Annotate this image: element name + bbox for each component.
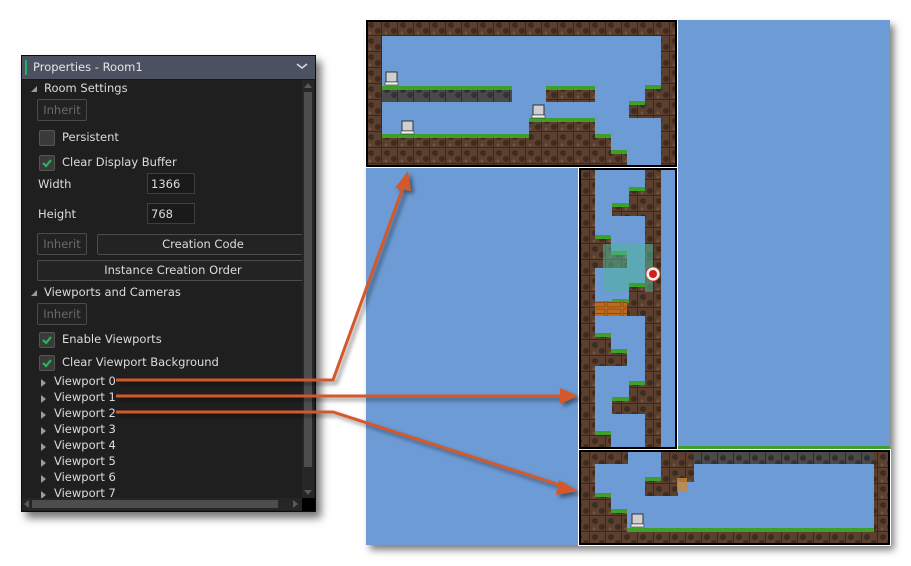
collapse-triangle-icon	[31, 290, 37, 296]
section-label: Room Settings	[44, 81, 128, 95]
viewport-label: Viewport 0	[54, 374, 116, 388]
instance-creation-order-button[interactable]: Instance Creation Order	[37, 260, 302, 281]
clear-display-buffer-label: Clear Display Buffer	[62, 155, 177, 169]
scroll-thumb[interactable]	[304, 92, 312, 467]
properties-panel: Properties - Room1 Room Settings Inherit…	[21, 55, 316, 512]
room-canvas	[365, 19, 891, 546]
collapse-triangle-icon	[31, 86, 37, 92]
scroll-up-icon[interactable]	[304, 83, 312, 88]
inherit-button[interactable]: Inherit	[37, 99, 87, 121]
checkmark-icon	[42, 159, 52, 168]
viewport-label: Viewport 6	[54, 470, 116, 484]
properties-content: Room Settings Inherit Persistent Clear D…	[22, 80, 302, 498]
height-field[interactable]: 768	[147, 203, 195, 224]
viewport-label: Viewport 7	[54, 486, 116, 498]
viewport-0-region	[365, 19, 678, 168]
scroll-down-icon[interactable]	[304, 490, 312, 495]
expand-triangle-icon	[41, 475, 46, 483]
panel-accent-bar	[25, 60, 27, 75]
viewport-1-region	[578, 167, 678, 450]
section-label: Viewports and Cameras	[44, 285, 181, 299]
width-label: Width	[38, 177, 72, 191]
persistent-label: Persistent	[62, 130, 119, 144]
height-label: Height	[38, 207, 77, 221]
viewport-label: Viewport 3	[54, 422, 116, 436]
expand-triangle-icon	[41, 395, 46, 403]
scroll-left-icon[interactable]	[24, 500, 29, 508]
enable-viewports-label: Enable Viewports	[62, 332, 162, 346]
chevron-down-icon[interactable]	[295, 59, 309, 73]
scroll-thumb[interactable]	[32, 500, 278, 508]
clear-display-buffer-checkbox[interactable]	[39, 155, 55, 171]
enable-viewports-checkbox[interactable]	[39, 332, 55, 348]
expand-triangle-icon	[41, 427, 46, 435]
inherit-viewports-button[interactable]: Inherit	[37, 303, 87, 325]
inherit-creation-button[interactable]: Inherit	[37, 233, 87, 255]
viewport-label: Viewport 4	[54, 438, 116, 452]
scroll-right-icon[interactable]	[293, 500, 298, 508]
persistent-checkbox[interactable]	[39, 130, 55, 146]
clear-viewport-background-checkbox[interactable]	[39, 355, 55, 371]
width-field[interactable]: 1366	[147, 173, 195, 194]
expand-triangle-icon	[41, 411, 46, 419]
expand-triangle-icon	[41, 491, 46, 498]
checkmark-icon	[42, 336, 52, 345]
checkmark-icon	[42, 359, 52, 368]
viewport-2-region	[578, 449, 891, 546]
expand-triangle-icon	[41, 459, 46, 467]
panel-title: Properties - Room1	[33, 60, 143, 74]
expand-triangle-icon	[41, 379, 46, 387]
scroll-corner	[302, 498, 315, 511]
clear-viewport-background-label: Clear Viewport Background	[62, 355, 219, 369]
panel-header: Properties - Room1	[22, 56, 315, 80]
horizontal-scrollbar[interactable]	[22, 498, 302, 510]
vertical-scrollbar[interactable]	[302, 80, 314, 498]
expand-triangle-icon	[41, 443, 46, 451]
viewport-label: Viewport 2	[54, 406, 116, 420]
creation-code-button[interactable]: Creation Code	[97, 234, 302, 255]
viewport-label: Viewport 5	[54, 454, 116, 468]
viewport-label: Viewport 1	[54, 390, 116, 404]
